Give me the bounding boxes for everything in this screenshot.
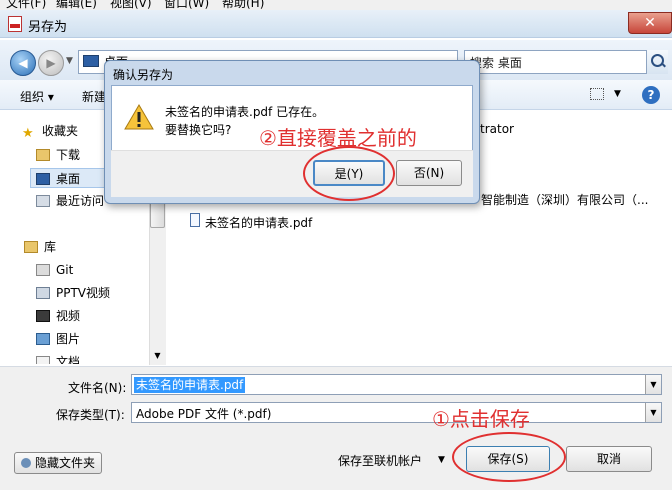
filetype-dropdown-icon[interactable]: ▼ xyxy=(645,403,661,422)
app-menubar: 文件(F) 编辑(E) 视图(V) 窗口(W) 帮助(H) xyxy=(0,0,672,10)
git-library-icon xyxy=(36,264,50,276)
filetype-value: Adobe PDF 文件 (*.pdf) xyxy=(136,407,272,421)
desktop-icon xyxy=(36,173,50,185)
scroll-down-arrow-icon[interactable]: ▼ xyxy=(150,348,165,363)
sidebar-item-libraries[interactable]: 库 xyxy=(24,237,56,257)
pdf-app-icon xyxy=(8,16,22,32)
filename-dropdown-icon[interactable]: ▼ xyxy=(645,375,661,394)
close-button[interactable]: ✕ xyxy=(628,12,672,34)
search-icon[interactable] xyxy=(646,50,668,74)
pdf-file-icon xyxy=(190,213,200,227)
film-icon xyxy=(36,310,50,322)
annotation-circle-yes xyxy=(303,146,395,201)
organize-button[interactable]: 组织 ▾ xyxy=(20,88,54,105)
menu-edit[interactable]: 编辑(E) xyxy=(56,0,97,10)
confirm-message-line2: 要替换它吗? xyxy=(165,123,232,137)
menu-help[interactable]: 帮助(H) xyxy=(222,0,264,10)
pictures-icon xyxy=(36,333,50,345)
menu-window[interactable]: 窗口(W) xyxy=(164,0,209,10)
no-button[interactable]: 否(N) xyxy=(396,160,462,186)
window-titlebar xyxy=(0,10,672,38)
filename-value[interactable]: 未签名的申请表.pdf xyxy=(134,377,246,393)
filetype-label: 保存类型(T): xyxy=(56,408,125,422)
sidebar-item-pptv[interactable]: PPTV视频 xyxy=(36,283,110,303)
sidebar-item-documents[interactable]: 文档 xyxy=(36,350,80,364)
sidebar-item-favorites[interactable]: ★ 收藏夹 xyxy=(22,121,78,141)
file-item-admin[interactable]: trator xyxy=(480,122,514,136)
save-online-button[interactable]: 保存至联机帐户 xyxy=(338,452,422,469)
desktop-icon xyxy=(83,55,99,67)
confirm-message-line1: 未签名的申请表.pdf 已存在。 xyxy=(165,105,325,119)
sidebar-item-downloads[interactable]: 下载 xyxy=(36,145,80,165)
annotation-circle-save xyxy=(452,432,566,482)
back-arrow-icon[interactable]: ◀ xyxy=(10,50,36,76)
window-title: 另存为 xyxy=(28,20,68,35)
video-library-icon xyxy=(36,287,50,299)
view-dropdown-icon[interactable]: ▼ xyxy=(614,89,621,99)
filename-label: 文件名(N): xyxy=(68,381,127,395)
library-icon xyxy=(24,241,38,253)
star-icon: ★ xyxy=(22,126,34,141)
file-item-company[interactable]: 智能制造（深圳）有限公司（... xyxy=(481,191,648,208)
menu-file[interactable]: 文件(F) xyxy=(6,0,46,10)
annotation-step1: ①点击保存 xyxy=(432,407,530,431)
warning-icon xyxy=(124,104,154,130)
cancel-button[interactable]: 取消 xyxy=(566,446,652,472)
sidebar-item-git[interactable]: Git xyxy=(36,260,73,280)
sidebar-item-recent[interactable]: 最近访问 xyxy=(36,191,104,211)
hide-folders-button[interactable]: 隐藏文件夹 xyxy=(14,452,102,474)
new-folder-button[interactable]: 新建 xyxy=(82,88,106,105)
confirm-dialog-title: 确认另存为 xyxy=(113,68,174,82)
help-icon[interactable]: ? xyxy=(642,86,660,104)
save-online-dropdown-icon[interactable]: ▼ xyxy=(438,455,445,465)
recent-places-icon xyxy=(36,195,50,207)
forward-arrow-icon[interactable]: ▶ xyxy=(38,50,64,76)
file-item-pdf[interactable]: 未签名的申请表.pdf xyxy=(205,214,312,231)
documents-icon xyxy=(36,356,50,364)
download-folder-icon xyxy=(36,149,50,161)
history-dropdown-icon[interactable]: ▼ xyxy=(66,56,73,66)
sidebar-item-pictures[interactable]: 图片 xyxy=(36,329,80,349)
sidebar-item-videos[interactable]: 视频 xyxy=(36,306,80,326)
menu-view[interactable]: 视图(V) xyxy=(110,0,152,10)
view-options-icon[interactable] xyxy=(590,88,604,100)
